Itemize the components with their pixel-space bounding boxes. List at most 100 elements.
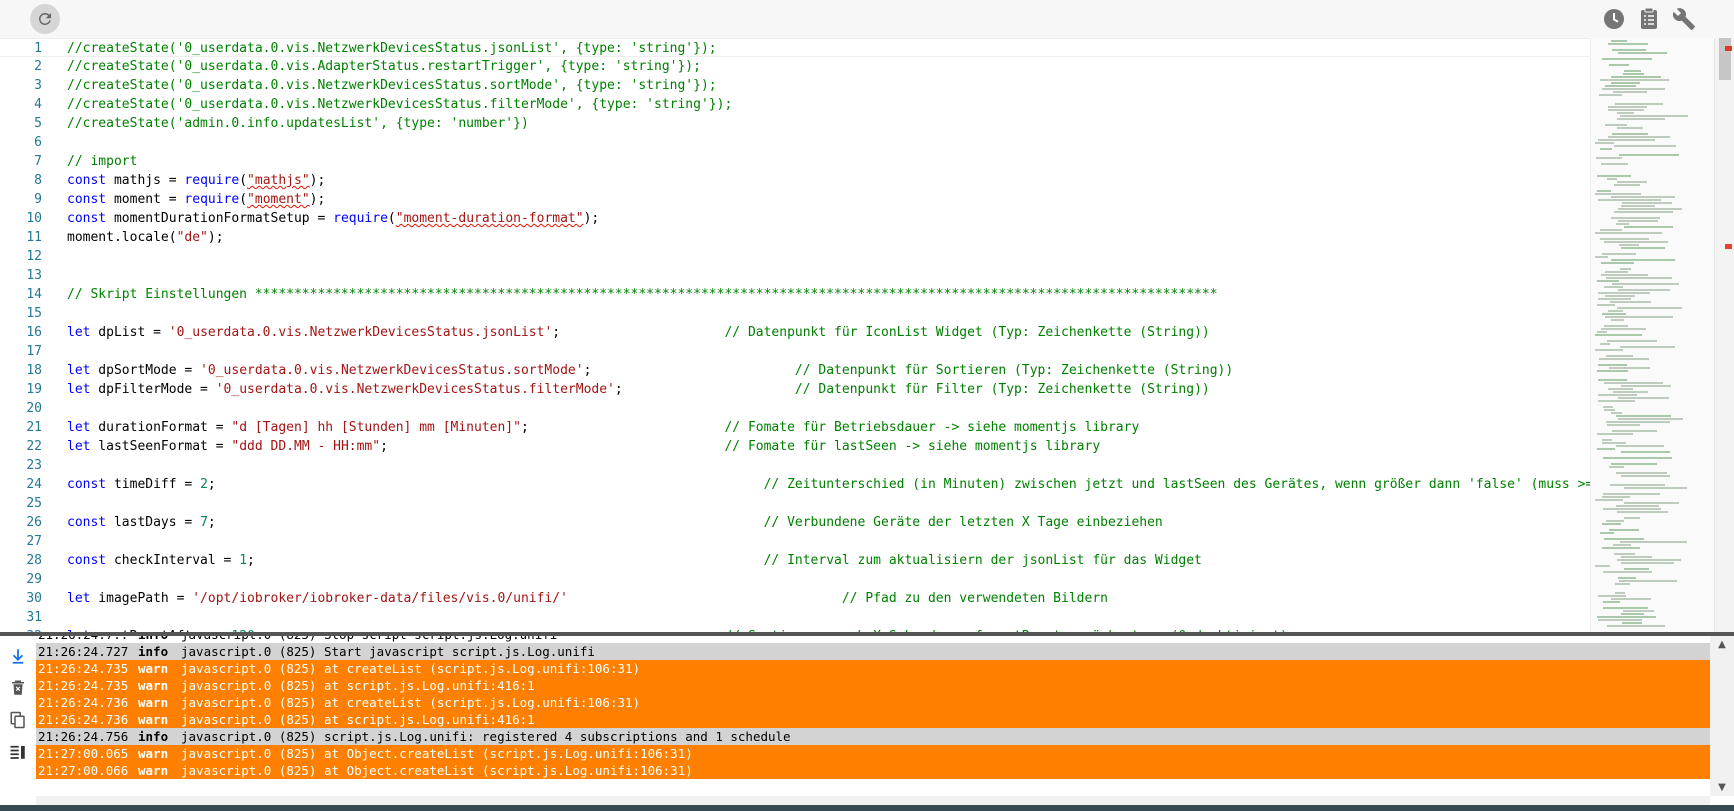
code-line[interactable]: 15 [0, 304, 1590, 323]
code-token: let [67, 325, 91, 340]
code-line[interactable]: 22 let lastSeenFormat = "ddd DD.MM - HH:m… [0, 437, 1590, 456]
code-token: ); [309, 192, 326, 207]
log-row[interactable]: 21:26:24.727 info javascript.0 (825) Start… [36, 643, 1710, 660]
code-line[interactable]: 30 let imagePath = '/opt/iobroker/iobroke… [0, 589, 1590, 608]
code-token: ; [247, 553, 764, 568]
log-row[interactable]: 21:27:00.065 warn javascript.0 (825) at Ob… [36, 745, 1710, 762]
code-text: const moment = require("moment"); [67, 190, 325, 209]
delete-log-button[interactable] [6, 676, 30, 700]
log-row[interactable]: 21:26:24.756 info javascript.0 (825) scrip… [36, 728, 1710, 745]
minimap-line [1597, 331, 1607, 333]
editor-scrollbar[interactable] [1714, 38, 1734, 632]
minimap-line [1600, 238, 1649, 240]
minimap-line [1601, 163, 1628, 165]
minimap-line [1602, 496, 1630, 498]
code-line[interactable]: 20 [0, 399, 1590, 418]
toggle-columns-button[interactable] [6, 740, 30, 764]
log-row[interactable]: 21:26:24.7.. info javascript.0 (825) Stop … [36, 636, 1710, 643]
code-line[interactable]: 6 [0, 133, 1590, 152]
code-token: ( [387, 211, 396, 226]
code-line[interactable]: 10 const momentDurationFormatSetup = requ… [0, 209, 1590, 228]
code-line[interactable]: 19 let dpFilterMode = '0_userdata.0.vis.N… [0, 380, 1590, 399]
code-line[interactable]: 17 [0, 342, 1590, 361]
code-token: lastDays = [106, 515, 201, 530]
editor-scrollbar-thumb[interactable] [1719, 38, 1731, 80]
minimap-line [1619, 244, 1639, 246]
clipboard-button[interactable] [1636, 6, 1662, 32]
scroll-down-icon[interactable]: ▼ [1716, 782, 1728, 793]
code-line[interactable]: 7 // import [0, 152, 1590, 171]
code-token: ; [614, 382, 795, 397]
toggle-columns-icon [10, 745, 25, 759]
code-line[interactable]: 11 moment.locale("de"); [0, 228, 1590, 247]
code-text: // import [67, 152, 137, 171]
minimap-line [1621, 205, 1655, 207]
minimap-line [1598, 364, 1627, 366]
code-line[interactable]: 23 [0, 456, 1590, 475]
log-scrollbar[interactable]: ▲ ▼ [1710, 636, 1734, 796]
scroll-up-icon[interactable]: ▲ [1716, 639, 1728, 650]
log-severity: info [138, 636, 168, 643]
code-line[interactable]: 21 let durationFormat = "d [Tagen] hh [St… [0, 418, 1590, 437]
minimap-line [1595, 193, 1641, 195]
line-number: 8 [34, 173, 42, 188]
code-line[interactable]: 16 let dpList = '0_userdata.0.vis.Netzwer… [0, 323, 1590, 342]
code-line[interactable]: 9 const moment = require("moment"); [0, 190, 1590, 209]
minimap-line [1604, 241, 1668, 243]
line-number: 18 [26, 363, 42, 378]
log-row[interactable]: 21:26:24.736 warn javascript.0 (825) at sc… [36, 711, 1710, 728]
minimap-line [1598, 619, 1642, 621]
minimap-line [1615, 592, 1625, 594]
settings-button[interactable] [1671, 6, 1697, 32]
history-button[interactable] [1601, 6, 1627, 32]
code-token: const [67, 515, 107, 530]
code-line[interactable]: 18 let dpSortMode = '0_userdata.0.vis.Net… [0, 361, 1590, 380]
line-number: 24 [26, 477, 42, 492]
code-line[interactable]: 4 //createState('0_userdata.0.vis.Netzwer… [0, 95, 1590, 114]
log-row[interactable]: 21:27:00.066 warn javascript.0 (825) at Ob… [36, 762, 1710, 779]
log-severity: info [138, 644, 169, 659]
history-icon [1604, 9, 1624, 29]
scroll-to-bottom-button[interactable] [6, 644, 30, 668]
code-line[interactable]: 1 //createState('0_userdata.0.vis.Netzwer… [0, 38, 1590, 57]
line-number: 2 [34, 59, 42, 74]
refresh-button[interactable] [30, 4, 60, 34]
code-text: //createState('0_userdata.0.vis.AdapterS… [67, 57, 701, 76]
log-row[interactable]: 21:26:24.736 warn javascript.0 (825) at cr… [36, 694, 1710, 711]
code-token: checkInterval = [106, 553, 240, 568]
code-line[interactable]: 12 [0, 247, 1590, 266]
code-line[interactable]: 14 // Skript Einstellungen **************… [0, 285, 1590, 304]
code-line[interactable]: 26 const lastDays = 7; // Verbundene Gerä… [0, 513, 1590, 532]
minimap-line [1607, 625, 1665, 627]
code-line[interactable]: 28 const checkInterval = 1; // Interval z… [0, 551, 1590, 570]
delete-log-icon [12, 680, 24, 695]
code-line[interactable]: 3 //createState('0_userdata.0.vis.Netzwer… [0, 76, 1590, 95]
log-message: javascript.0 (825) at script.js.Log.unif… [181, 678, 535, 693]
log-hscroll[interactable] [36, 796, 1710, 805]
minimap-line [1604, 409, 1615, 411]
code-line[interactable]: 29 [0, 570, 1590, 589]
copy-log-button[interactable] [6, 708, 30, 732]
log-row[interactable]: 21:26:24.735 warn javascript.0 (825) at sc… [36, 677, 1710, 694]
code-token: mathjs = [106, 173, 185, 188]
code-line[interactable]: 31 [0, 608, 1590, 627]
code-line[interactable]: 5 //createState('admin.0.info.updatesList… [0, 114, 1590, 133]
code-line[interactable]: 13 [0, 266, 1590, 285]
code-line[interactable]: 8 const mathjs = require("mathjs"); [0, 171, 1590, 190]
line-number: 20 [26, 401, 42, 416]
code-editor[interactable]: 1 //createState('0_userdata.0.vis.Netzwer… [0, 38, 1734, 632]
minimap[interactable] [1590, 38, 1715, 632]
minimap-line [1605, 124, 1627, 126]
code-token: // Pfad zu den verwendeten Bildern [841, 591, 1108, 606]
minimap-line [1617, 112, 1634, 114]
code-area[interactable]: 1 //createState('0_userdata.0.vis.Netzwer… [0, 38, 1590, 632]
minimap-line [1608, 109, 1644, 111]
minimap-line [1597, 616, 1656, 618]
code-line[interactable]: 2 //createState('0_userdata.0.vis.Adapter… [0, 57, 1590, 76]
code-line[interactable]: 25 [0, 494, 1590, 513]
log-row[interactable]: 21:26:24.735 warn javascript.0 (825) at cr… [36, 660, 1710, 677]
minimap-line [1611, 259, 1675, 261]
code-line[interactable]: 27 [0, 532, 1590, 551]
code-token: let [67, 591, 91, 606]
code-line[interactable]: 24 const timeDiff = 2; // Zeitunterschied… [0, 475, 1590, 494]
